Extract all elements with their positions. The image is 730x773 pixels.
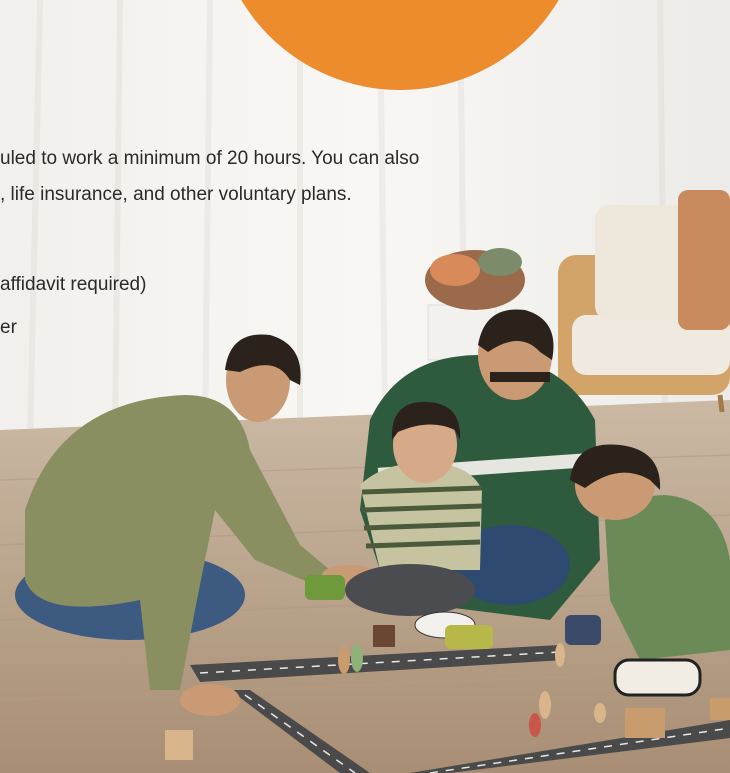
family-photo bbox=[0, 0, 730, 773]
